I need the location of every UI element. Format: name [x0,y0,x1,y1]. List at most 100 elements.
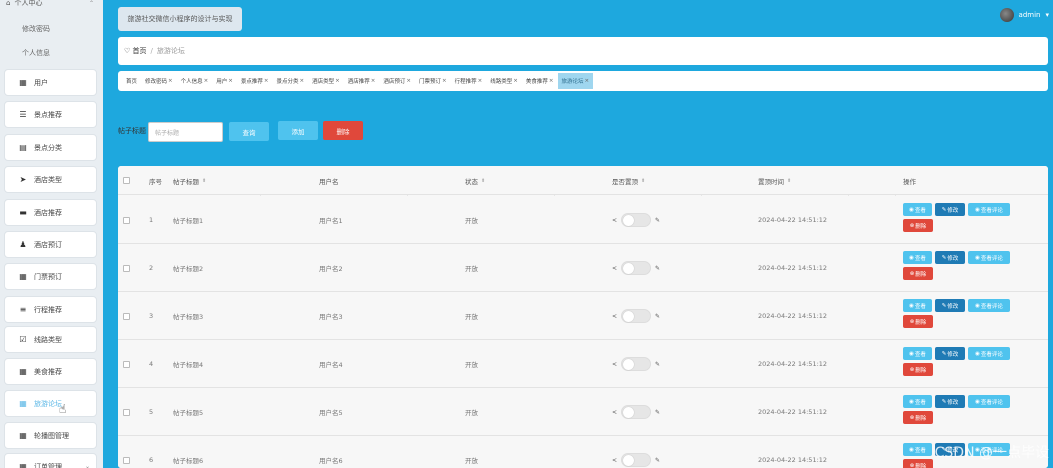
row-checkbox[interactable] [123,244,130,292]
tab-6[interactable]: 酒店类型 × [308,73,344,89]
sidebar-group-personal-center[interactable]: ⌂ 个人中心 ⌃ [6,0,98,10]
view-button[interactable]: ◉ 查看 [903,203,932,216]
close-icon[interactable]: × [371,78,376,84]
breadcrumb-home[interactable]: ♡ 首页 [124,46,147,56]
row-checkbox[interactable] [123,388,130,436]
sidebar-item-8[interactable]: ☑ 线路类型 [4,326,97,353]
cell-pinned: < ✎ [612,292,660,340]
sidebar-item-9[interactable]: ▦ 美食推荐 [4,358,97,385]
close-icon[interactable]: × [228,78,233,84]
sidebar-subitem-change-password[interactable]: 修改密码 [22,24,50,34]
batch-delete-button[interactable]: 删除 [323,121,363,140]
tab-5[interactable]: 景点分类 × [273,73,309,89]
sidebar-item-6[interactable]: ▦ 门票预订 [4,263,97,290]
view-comments-button[interactable]: ◉ 查看评论 [968,347,1010,360]
header-pinned-time[interactable]: 置顶时间 ⬍ [758,166,791,195]
sidebar-item-3[interactable]: ➤ 酒店类型 [4,166,97,193]
view-button[interactable]: ◉ 查看 [903,347,932,360]
cell-title: 帖子标题3 [173,313,204,321]
sidebar-subitem-profile[interactable]: 个人信息 [22,48,50,58]
delete-button[interactable]: ⊗ 删除 [903,411,933,424]
header-status[interactable]: 状态 ⬍ [465,166,485,195]
tab-9[interactable]: 门票预订 × [415,73,451,89]
tab-3[interactable]: 用户 × [212,73,237,89]
close-icon[interactable]: × [204,78,209,84]
close-icon[interactable]: × [264,78,269,84]
sort-icon: ⬍ [202,177,207,184]
pinned-toggle[interactable] [621,405,652,419]
delete-button[interactable]: ⊗ 删除 [903,363,933,376]
delete-button[interactable]: ⊗ 删除 [903,459,933,468]
data-table: 序号 帖子标题 ⬍ 用户名 状态 ⬍ 是否置顶 ⬍ 置顶时间 ⬍ 操作 1 帖子标题1 … [118,166,1048,468]
sidebar-item-12[interactable]: ▦ 订单管理 ⌄ [4,453,97,468]
user-menu[interactable]: admin ▾ [999,8,1049,22]
view-comments-button[interactable]: ◉ 查看评论 [968,395,1010,408]
sidebar-item-label: 行程推荐 [34,305,62,314]
close-icon[interactable]: × [549,78,554,84]
view-comments-button[interactable]: ◉ 查看评论 [968,299,1010,312]
view-button[interactable]: ◉ 查看 [903,251,932,264]
delete-button[interactable]: ⊗ 删除 [903,219,933,232]
sidebar-item-7[interactable]: ≡ 行程推荐 [4,296,97,323]
tab-8[interactable]: 酒店预订 × [379,73,415,89]
cell-title: 帖子标题2 [173,265,204,273]
sidebar-item-0[interactable]: ▦ 用户 [4,69,97,96]
tab-10[interactable]: 行程推荐 × [451,73,487,89]
close-icon[interactable]: × [442,78,447,84]
close-icon[interactable]: × [335,78,340,84]
add-button[interactable]: 添加 [278,121,318,140]
view-button[interactable]: ◉ 查看 [903,395,932,408]
query-button[interactable]: 查询 [229,122,269,141]
pinned-toggle[interactable] [621,357,652,371]
edit-button[interactable]: ✎ 修改 [935,395,965,408]
row-checkbox[interactable] [123,196,130,244]
delete-button[interactable]: ⊗ 删除 [903,267,933,280]
row-checkbox[interactable] [123,292,130,340]
sidebar-item-5[interactable]: ♟ 酒店预订 [4,231,97,258]
tab-11[interactable]: 线路类型 × [486,73,522,89]
cell-username: 用户名5 [319,409,343,417]
sidebar-item-1[interactable]: ☰ 景点推荐 [4,101,97,128]
sidebar-item-4[interactable]: ▬ 酒店推荐 [4,199,97,226]
sidebar-item-label: 景点推荐 [34,110,62,119]
avatar [999,8,1014,22]
close-icon[interactable]: × [513,78,518,84]
pinned-toggle[interactable] [621,213,652,227]
view-button[interactable]: ◉ 查看 [903,443,932,456]
share-icon: < [612,408,618,416]
tab-13[interactable]: 旅游论坛 × [557,73,594,89]
view-button[interactable]: ◉ 查看 [903,299,932,312]
pinned-toggle[interactable] [621,309,652,323]
close-icon[interactable]: × [585,78,590,84]
tab-1[interactable]: 修改密码 × [141,73,177,89]
tab-12[interactable]: 美食推荐 × [522,73,558,89]
select-all-checkbox[interactable] [123,166,130,195]
close-icon[interactable]: × [300,78,305,84]
close-icon[interactable]: × [168,78,173,84]
sidebar-item-11[interactable]: ▦ 轮播图管理 [4,422,97,449]
tab-4[interactable]: 景点推荐 × [237,73,273,89]
edit-button[interactable]: ✎ 修改 [935,251,965,264]
row-checkbox[interactable] [123,340,130,388]
table-row: 5 帖子标题5 用户名5 开放 < ✎ 2024-04-22 14:51:12 … [118,388,1048,436]
view-comments-button[interactable]: ◉ 查看评论 [968,251,1010,264]
tab-7[interactable]: 酒店推荐 × [344,73,380,89]
app-title[interactable]: 旅游社交微信小程序的设计与实现 [118,7,242,31]
pinned-toggle[interactable] [621,453,652,467]
search-input[interactable]: 帖子标题 [148,122,223,142]
sidebar-item-10[interactable]: ▦ 旅游论坛 [4,390,97,417]
edit-button[interactable]: ✎ 修改 [935,299,965,312]
header-title[interactable]: 帖子标题 ⬍ [173,166,206,195]
header-pinned[interactable]: 是否置顶 ⬍ [612,166,645,195]
edit-button[interactable]: ✎ 修改 [935,203,965,216]
tab-0[interactable]: 首页 [122,73,141,89]
edit-button[interactable]: ✎ 修改 [935,347,965,360]
row-checkbox[interactable] [123,436,130,468]
delete-button[interactable]: ⊗ 删除 [903,315,933,328]
close-icon[interactable]: × [478,78,483,84]
pinned-toggle[interactable] [621,261,652,275]
tab-2[interactable]: 个人信息 × [177,73,213,89]
close-icon[interactable]: × [406,78,411,84]
sidebar-item-2[interactable]: ▤ 景点分类 [4,134,97,161]
view-comments-button[interactable]: ◉ 查看评论 [968,203,1010,216]
